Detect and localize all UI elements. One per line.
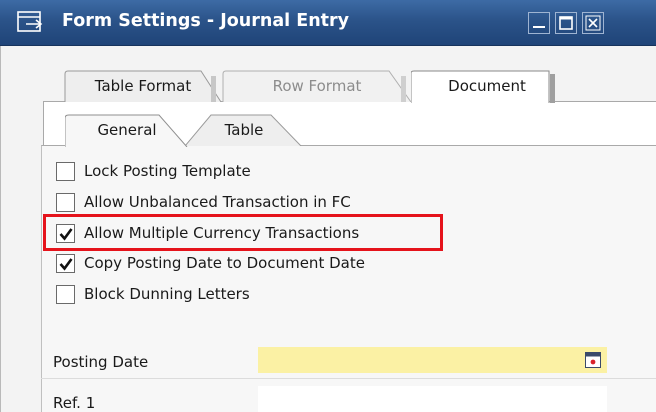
checkbox-box[interactable] — [56, 253, 75, 273]
form-settings-window: Form Settings - Journal Entry Table Form… — [0, 0, 656, 412]
checkbox-label: Allow Unbalanced Transaction in FC — [84, 193, 351, 211]
allow-unbalanced-transaction-checkbox[interactable]: Allow Unbalanced Transaction in FC — [56, 191, 351, 213]
form-body: Table Format Row Format Document Table G… — [0, 46, 656, 412]
checkmark-icon — [59, 257, 73, 271]
window-controls — [528, 12, 604, 34]
checkbox-box[interactable] — [56, 161, 75, 181]
calendar-icon[interactable] — [585, 352, 601, 368]
tab-row-format-label: Row Format — [272, 77, 362, 95]
tab-row-format: Row Format — [221, 70, 413, 102]
checkbox-label: Copy Posting Date to Document Date — [84, 254, 365, 272]
block-dunning-letters-checkbox[interactable]: Block Dunning Letters — [56, 283, 250, 305]
ref1-input[interactable] — [258, 386, 607, 412]
tab-general-label: General — [97, 121, 157, 139]
checkbox-box[interactable] — [56, 192, 75, 212]
checkbox-label: Allow Multiple Currency Transactions — [84, 224, 360, 242]
tab-table-format-label: Table Format — [94, 77, 192, 95]
allow-multiple-currency-checkbox[interactable]: Allow Multiple Currency Transactions — [56, 222, 359, 244]
window-title: Form Settings - Journal Entry — [62, 11, 350, 31]
posting-date-input[interactable] — [258, 347, 607, 373]
tab-document-label: Document — [448, 77, 526, 95]
checkbox-label: Block Dunning Letters — [84, 285, 250, 303]
checkbox-label: Lock Posting Template — [84, 162, 251, 180]
tab-general[interactable]: General — [65, 114, 189, 147]
checkbox-box[interactable] — [56, 284, 75, 304]
checkbox-box[interactable] — [56, 223, 75, 243]
tab-table[interactable]: Table — [185, 114, 303, 146]
tab-document[interactable]: Document — [411, 70, 563, 103]
close-icon[interactable] — [582, 12, 604, 34]
form-arrow-icon — [17, 11, 43, 32]
ref1-label: Ref. 1 — [53, 394, 96, 412]
posting-date-label: Posting Date — [53, 353, 149, 371]
title-bar[interactable]: Form Settings - Journal Entry — [0, 0, 656, 46]
maximize-icon[interactable] — [555, 12, 577, 34]
lock-posting-template-checkbox[interactable]: Lock Posting Template — [56, 160, 251, 182]
field-divider — [41, 378, 656, 379]
minimize-icon[interactable] — [528, 12, 550, 34]
copy-posting-date-checkbox[interactable]: Copy Posting Date to Document Date — [56, 252, 365, 274]
tab-table-label: Table — [224, 121, 264, 139]
checkmark-icon — [59, 227, 73, 241]
tab-table-format[interactable]: Table Format — [63, 70, 223, 102]
